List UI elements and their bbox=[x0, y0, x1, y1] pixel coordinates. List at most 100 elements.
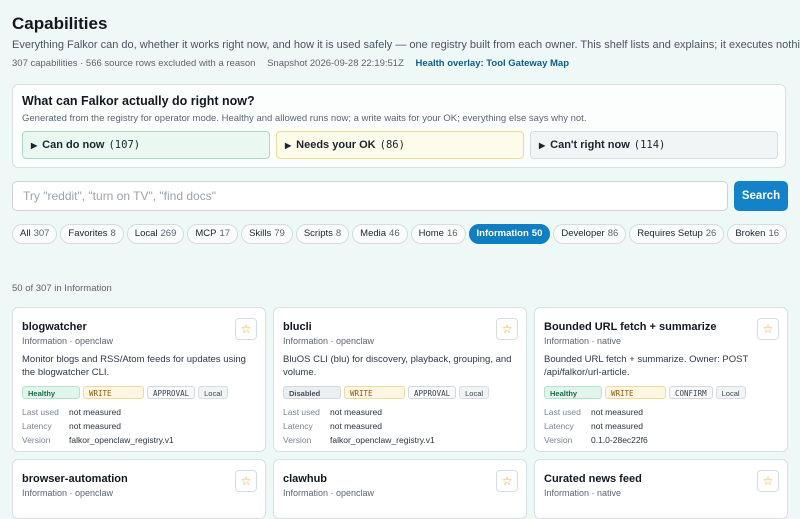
card-description: BluOS CLI (blu) for discovery, playback,… bbox=[283, 354, 512, 378]
chip-label: Skills bbox=[249, 228, 272, 239]
chip-count: 8 bbox=[335, 228, 342, 239]
stat-label: Last used bbox=[544, 407, 581, 417]
capability-card[interactable]: clawhub Information · openclaw ☆ bbox=[273, 459, 527, 519]
chip-label: Local bbox=[134, 228, 158, 239]
chip-count: 269 bbox=[160, 228, 177, 239]
section-label: Can't right now bbox=[550, 139, 630, 151]
needs-ok-section[interactable]: ▶ Needs your OK (86) bbox=[276, 131, 524, 159]
chip-count: 46 bbox=[389, 228, 400, 239]
section-count: (107) bbox=[108, 139, 141, 151]
card-description: Monitor blogs and RSS/Atom feeds for upd… bbox=[22, 354, 246, 378]
capability-stats: 307 capabilities · 566 source rows exclu… bbox=[12, 58, 256, 69]
filter-chip-favorites[interactable]: Favorites 8 bbox=[60, 223, 124, 244]
filter-chip-developer[interactable]: Developer 86 bbox=[553, 223, 627, 244]
capability-card[interactable]: blogwatcher Information · openclaw ☆ Monito… bbox=[12, 307, 266, 452]
panel-description: Generated from the registry for operator… bbox=[22, 113, 587, 124]
page-meta: 307 capabilities · 566 source rows exclu… bbox=[12, 58, 578, 69]
filter-chip-information[interactable]: Information 50 bbox=[468, 223, 551, 244]
section-label: Can do now bbox=[42, 139, 105, 151]
stat-label: Latency bbox=[22, 421, 52, 431]
chip-count: 26 bbox=[705, 228, 717, 239]
chip-label: Favorites bbox=[68, 228, 108, 239]
chip-label: Media bbox=[360, 228, 387, 239]
search-button[interactable]: Search bbox=[734, 181, 788, 211]
chip-count: 17 bbox=[219, 228, 231, 239]
gate-badge: APPROVAL bbox=[147, 386, 196, 400]
chip-label: Home bbox=[418, 228, 444, 239]
page-subtitle: Everything Falkor can do, whether it wor… bbox=[12, 39, 800, 51]
status-badge: Healthy bbox=[22, 386, 80, 400]
expand-triangle-icon: ▶ bbox=[31, 140, 38, 150]
latency-value: not measured bbox=[591, 421, 643, 431]
capability-card[interactable]: Bounded URL fetch + summarize Information… bbox=[534, 307, 788, 452]
can-do-now-section[interactable]: ▶ Can do now (107) bbox=[22, 131, 270, 159]
filter-chip-broken[interactable]: Broken 16 bbox=[727, 223, 788, 244]
last-used-value: not measured bbox=[591, 407, 643, 417]
filter-chip-media[interactable]: Media 46 bbox=[352, 223, 408, 244]
latency-value: not measured bbox=[69, 421, 121, 431]
panel-title: What can Falkor actually do right now? bbox=[22, 94, 255, 108]
section-label: Needs your OK bbox=[296, 139, 376, 151]
status-summary-panel: What can Falkor actually do right now? G… bbox=[12, 84, 786, 168]
section-count: (114) bbox=[633, 139, 666, 151]
gate-badge: APPROVAL bbox=[408, 386, 457, 400]
chip-count: 79 bbox=[274, 228, 285, 239]
card-title: browser-automation bbox=[22, 473, 128, 485]
last-used-value: not measured bbox=[69, 407, 121, 417]
chip-count: 50 bbox=[531, 228, 543, 239]
chip-label: Requires Setup bbox=[637, 228, 703, 239]
capability-card[interactable]: Curated news feed Information · native ☆ bbox=[534, 459, 788, 519]
location-badge: Local bbox=[459, 386, 490, 400]
star-icon[interactable]: ☆ bbox=[235, 470, 257, 492]
version-value: 0.1.0-28ec22f6 bbox=[591, 435, 648, 445]
card-badges: Healthy WRITE CONFIRM Local bbox=[544, 384, 749, 402]
version-value: falkor_openclaw_registry.v1 bbox=[69, 435, 174, 445]
stat-label: Version bbox=[283, 435, 312, 445]
filter-chip-all[interactable]: All 307 bbox=[12, 223, 58, 244]
chip-label: All bbox=[20, 228, 31, 239]
filter-chip-requires-setup[interactable]: Requires Setup 26 bbox=[629, 223, 725, 244]
card-category: Information · openclaw bbox=[283, 488, 375, 498]
card-stats: Last used not measured Latency not measured… bbox=[544, 405, 648, 447]
health-overlay-link[interactable]: Health overlay: Tool Gateway Map bbox=[416, 58, 569, 69]
card-title: blogwatcher bbox=[22, 321, 87, 333]
star-icon[interactable]: ☆ bbox=[496, 470, 518, 492]
capability-card[interactable]: browser-automation Information · openclaw… bbox=[12, 459, 266, 519]
card-category: Information · openclaw bbox=[283, 336, 375, 346]
permission-badge: WRITE bbox=[344, 386, 405, 400]
chip-label: Broken bbox=[735, 228, 766, 239]
card-stats: Last used not measured Latency not measured… bbox=[22, 405, 174, 447]
star-icon[interactable]: ☆ bbox=[496, 318, 518, 340]
stat-label: Latency bbox=[283, 421, 313, 431]
location-badge: Local bbox=[198, 386, 229, 400]
stat-label: Last used bbox=[22, 407, 59, 417]
filter-chip-scripts[interactable]: Scripts 8 bbox=[295, 223, 350, 244]
capability-card[interactable]: blucli Information · openclaw ☆ BluOS CLI (… bbox=[273, 307, 527, 452]
star-icon[interactable]: ☆ bbox=[757, 318, 779, 340]
card-stats: Last used not measured Latency not measured… bbox=[283, 405, 435, 447]
gate-badge: CONFIRM bbox=[669, 386, 713, 400]
chip-label: Scripts bbox=[303, 228, 333, 239]
filter-chip-mcp[interactable]: MCP 17 bbox=[187, 223, 239, 244]
chip-count: 8 bbox=[110, 228, 116, 239]
card-description: Bounded URL fetch + summarize. Owner: PO… bbox=[544, 354, 749, 378]
status-badge: Disabled bbox=[283, 386, 341, 400]
page-title: Capabilities bbox=[12, 14, 108, 33]
snapshot-timestamp: Snapshot 2026-09-28 22:19:51Z bbox=[267, 58, 404, 69]
cant-right-now-section[interactable]: ▶ Can't right now (114) bbox=[530, 131, 778, 159]
permission-badge: WRITE bbox=[605, 386, 666, 400]
filter-chip-skills[interactable]: Skills 79 bbox=[241, 223, 293, 244]
result-count: 50 of 307 in Information bbox=[12, 283, 112, 294]
chip-count: 86 bbox=[607, 228, 619, 239]
chip-count: 307 bbox=[33, 228, 50, 239]
card-category: Information · native bbox=[544, 488, 622, 498]
filter-chips: All 307 Favorites 8 Local 269 MCP 17 Skills 79 Scr… bbox=[12, 223, 792, 250]
filter-chip-home[interactable]: Home 16 bbox=[410, 223, 466, 244]
star-icon[interactable]: ☆ bbox=[235, 318, 257, 340]
search-input[interactable] bbox=[12, 181, 728, 211]
card-title: clawhub bbox=[283, 473, 328, 485]
star-icon[interactable]: ☆ bbox=[757, 470, 779, 492]
card-badges: Disabled WRITE APPROVAL Local bbox=[283, 384, 492, 402]
chip-count: 16 bbox=[768, 228, 780, 239]
filter-chip-local[interactable]: Local 269 bbox=[126, 223, 185, 244]
